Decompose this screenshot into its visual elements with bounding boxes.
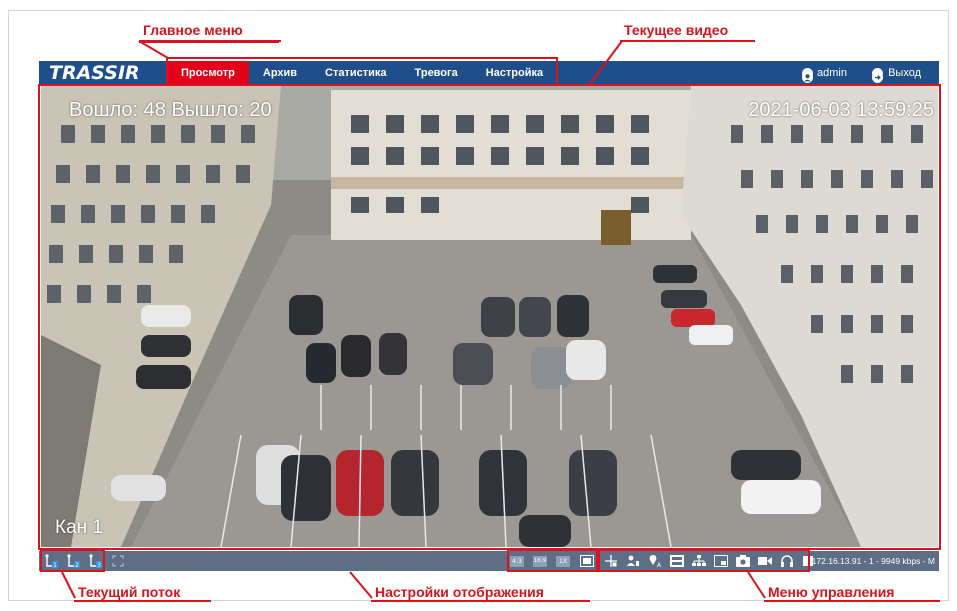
display-settings-callout: Настройки отображения: [375, 584, 544, 600]
main-menu-callout-underline: [139, 40, 281, 42]
svg-text:A: A: [657, 562, 662, 568]
aspect-16-9-label: 16:9: [533, 555, 547, 567]
video-view[interactable]: Вошло: 48 Вышло: 20 2021-06-03 13:59:25 …: [41, 85, 938, 547]
location-marker-icon[interactable]: A: [647, 553, 663, 569]
svg-text:3: 3: [97, 562, 101, 569]
archive-view-icon[interactable]: [669, 553, 685, 569]
user-name: admin: [817, 67, 847, 79]
main-menu-callout: Главное меню: [143, 22, 243, 38]
aspect-1x-button[interactable]: 1X: [555, 553, 571, 569]
stream-status-text: 172.16.13.91 - 1 - 9949 kbps - M: [811, 556, 935, 566]
current-stream-callout-underline: [74, 600, 211, 602]
stream-3-icon[interactable]: 3: [87, 553, 105, 569]
aspect-1x-label: 1X: [556, 555, 570, 567]
menu-item-settings[interactable]: Настройка: [472, 61, 557, 85]
trassir-logo: TRASSIR: [49, 62, 140, 84]
current-video-callout: Текущее видео: [624, 22, 729, 38]
stream-2-icon[interactable]: 2: [65, 553, 83, 569]
svg-text:2: 2: [75, 562, 79, 569]
control-menu-callout: Меню управления: [768, 584, 895, 600]
menu-item-view[interactable]: Просмотр: [167, 61, 249, 85]
person-detect-icon[interactable]: [625, 553, 641, 569]
video-frame-illustration: [41, 85, 938, 547]
control-menu-callout-underline: [764, 600, 940, 602]
record-video-icon[interactable]: [757, 553, 773, 569]
fit-window-icon[interactable]: [579, 553, 595, 569]
aspect-4-3-button[interactable]: 4:3: [509, 553, 525, 569]
network-icon[interactable]: [691, 553, 707, 569]
headphones-icon[interactable]: [779, 553, 795, 569]
logout-label: Выход: [888, 67, 921, 79]
aspect-16-9-button[interactable]: 16:9: [532, 553, 548, 569]
timestamp-overlay: 2021-06-03 13:59:25: [748, 99, 934, 121]
people-counter-overlay: Вошло: 48 Вышло: 20: [69, 99, 272, 121]
menu-item-statistics[interactable]: Статистика: [311, 61, 401, 85]
menu-item-alarm[interactable]: Тревога: [401, 61, 472, 85]
user-menu[interactable]: admin: [802, 61, 847, 85]
main-menu: Просмотр Архив Статистика Тревога Настро…: [167, 61, 557, 85]
top-navbar: TRASSIR Просмотр Архив Статистика Тревог…: [39, 61, 939, 85]
svg-text:1: 1: [53, 562, 57, 569]
current-video-callout-underline: [620, 40, 755, 42]
logout-button[interactable]: Выход: [872, 61, 921, 85]
snapshot-camera-icon[interactable]: [735, 553, 751, 569]
video-toolbar: 1 2 3 4:3 16:9 1X A 172.16.13.91 - 1 - 9…: [39, 551, 939, 571]
aspect-4-3-label: 4:3: [510, 555, 524, 567]
window-overlay-icon[interactable]: [713, 553, 729, 569]
current-stream-callout: Текущий поток: [78, 584, 181, 600]
menu-item-archive[interactable]: Архив: [249, 61, 311, 85]
user-icon: [802, 67, 814, 83]
ptz-icon[interactable]: [603, 553, 619, 569]
stream-1-icon[interactable]: 1: [43, 553, 61, 569]
channel-name-overlay: Кан 1: [55, 517, 103, 538]
fullscreen-icon[interactable]: [111, 553, 125, 569]
logout-arrow-icon: [872, 67, 884, 83]
display-settings-callout-underline: [371, 600, 590, 602]
